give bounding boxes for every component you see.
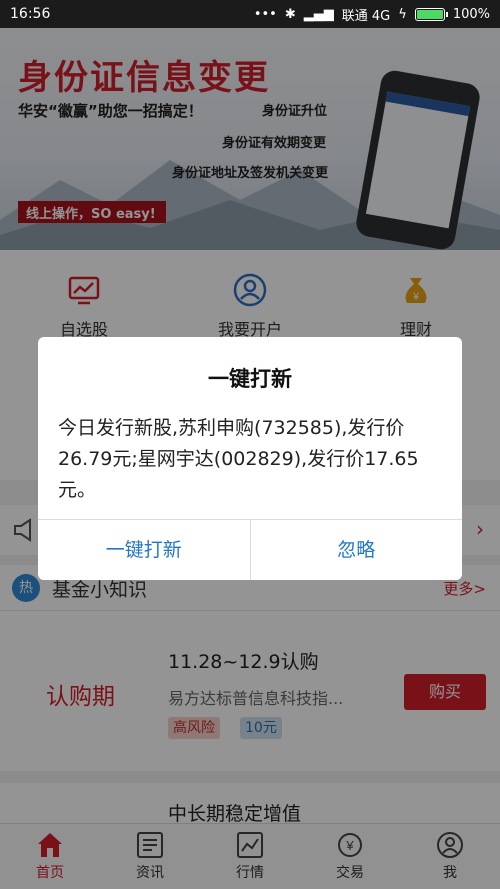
ignore-button[interactable]: 忽略 [249, 520, 462, 580]
charging-icon: ϟ [398, 6, 407, 22]
carrier-label: 联通 4G [341, 8, 391, 24]
status-time: 16:56 [10, 6, 51, 22]
status-bar: 16:56 ••• ✱ ▂▄▆ 联通 4G ϟ 100% [0, 0, 500, 28]
dialog-actions: 一键打新 忽略 [38, 519, 462, 580]
ipo-dialog: 一键打新 今日发行新股,苏利申购(732585),发行价26.79元;星网宇达(… [38, 337, 462, 580]
more-dots-icon: ••• [253, 6, 277, 22]
signal-icon: ▂▄▆ [303, 6, 334, 22]
bluetooth-icon: ✱ [284, 6, 296, 22]
dialog-message: 今日发行新股,苏利申购(732585),发行价26.79元;星网宇达(00282… [58, 417, 419, 501]
dialog-title: 一键打新 [208, 367, 292, 391]
battery-icon [414, 7, 448, 21]
one-click-subscribe-button[interactable]: 一键打新 [38, 520, 250, 580]
status-indicators: ••• ✱ ▂▄▆ 联通 4G ϟ 100% [254, 5, 490, 24]
battery-percent: 100% [452, 6, 490, 22]
